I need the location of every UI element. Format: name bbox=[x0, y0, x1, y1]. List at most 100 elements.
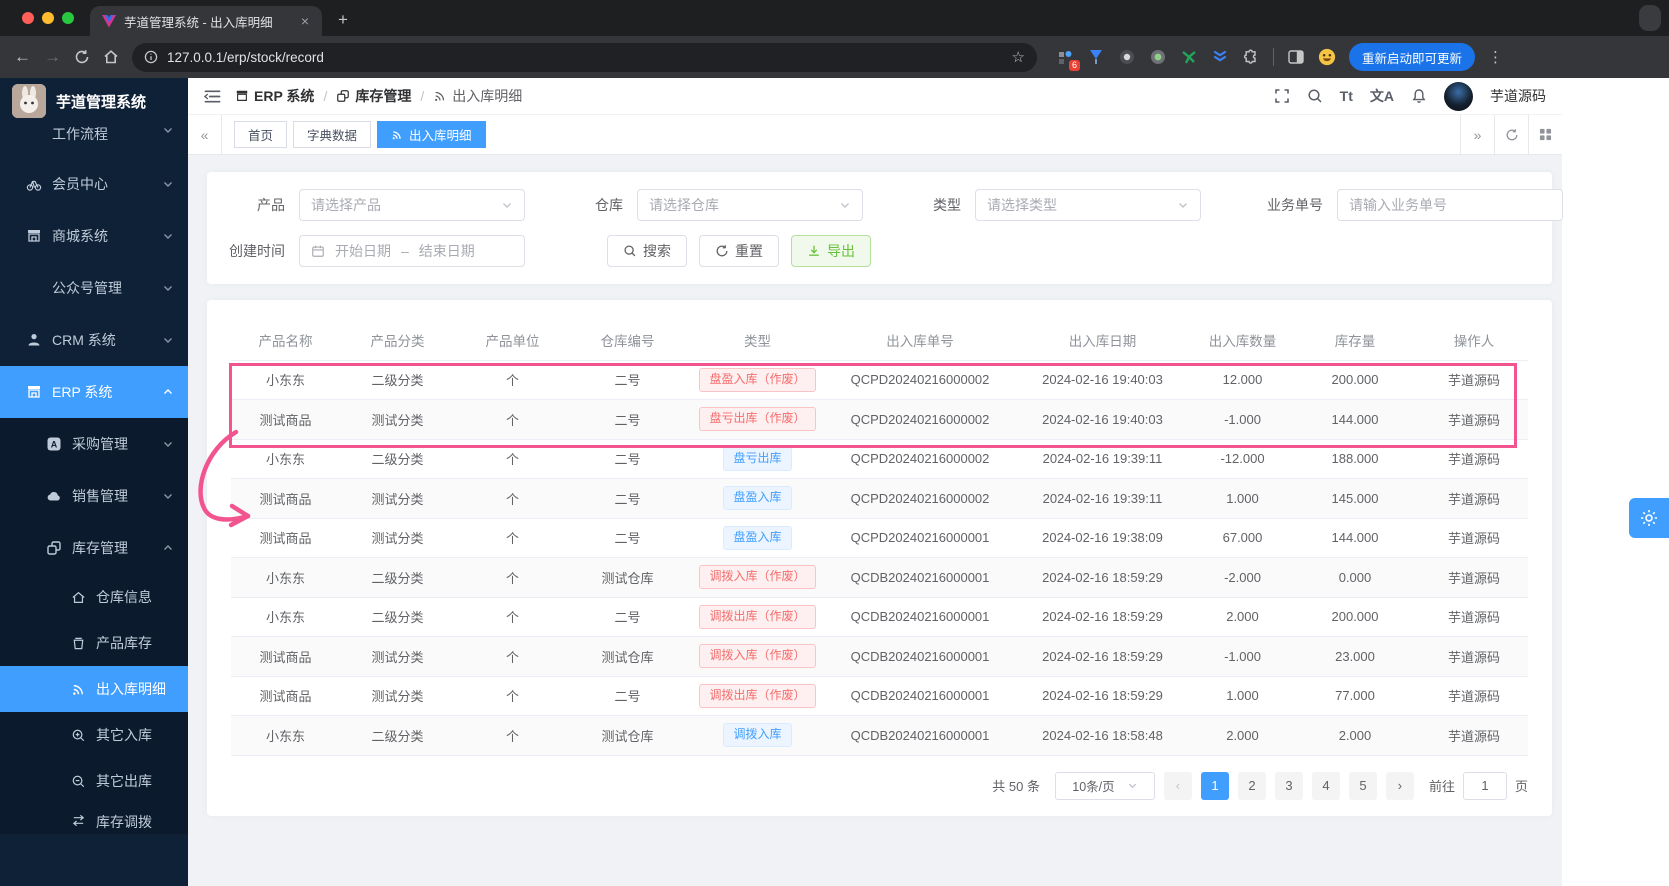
side-panel-icon[interactable] bbox=[1287, 48, 1305, 66]
sidebar-item-mall-system[interactable]: 商城系统 bbox=[0, 210, 188, 262]
download-icon bbox=[809, 245, 819, 256]
tag-stock-record[interactable]: 出入库明细 bbox=[377, 121, 486, 148]
col-qty: 出入库数量 bbox=[1195, 320, 1290, 361]
cell-warehouse: 二号 bbox=[570, 399, 685, 440]
page-button-2[interactable]: 2 bbox=[1237, 771, 1266, 800]
cell-qty: -2.000 bbox=[1195, 557, 1290, 598]
tags-scroll-right-icon[interactable]: » bbox=[1460, 115, 1494, 154]
warehouse-label: 仓库 bbox=[595, 197, 623, 213]
search-button[interactable]: 搜索 bbox=[607, 235, 687, 267]
tags-bar: « 首页 字典数据 出入库明细 » bbox=[188, 115, 1562, 155]
tag-dict-data[interactable]: 字典数据 bbox=[293, 121, 372, 148]
sidebar-item-stock-mgmt[interactable]: 库存管理 bbox=[0, 522, 188, 574]
type-badge: 调拨入库 bbox=[723, 723, 792, 748]
tags-scroll-left-icon[interactable]: « bbox=[188, 115, 222, 154]
sidebar-item-other-out[interactable]: 其它出库 bbox=[0, 758, 188, 804]
tags-layout-grid-icon[interactable] bbox=[1528, 115, 1562, 154]
extensions-puzzle-icon[interactable] bbox=[1242, 48, 1260, 66]
type-badge: 调拨出库（作废） bbox=[699, 683, 816, 708]
toolbar-divider bbox=[1273, 48, 1274, 66]
sidebar-item-purchase-mgmt[interactable]: A 采购管理 bbox=[0, 418, 188, 470]
type-select[interactable]: 请选择类型 bbox=[975, 189, 1201, 221]
col-stock: 库存量 bbox=[1290, 320, 1420, 361]
url-bar[interactable]: 127.0.0.1/erp/stock/record ☆ bbox=[132, 42, 1037, 72]
sidebar-item-stock-record[interactable]: 出入库明细 bbox=[0, 666, 188, 712]
prev-page-button[interactable]: ‹ bbox=[1163, 771, 1192, 800]
minimize-window-button[interactable] bbox=[42, 12, 54, 24]
extension-icon-gray-green-dot[interactable] bbox=[1149, 48, 1167, 66]
browser-menu-icon[interactable]: ⋮ bbox=[1488, 48, 1503, 66]
page-button-4[interactable]: 4 bbox=[1311, 771, 1340, 800]
sidebar-item-stock-move[interactable]: 库存调拨 bbox=[0, 804, 188, 834]
breadcrumb-erp[interactable]: ERP 系统 bbox=[235, 86, 314, 106]
tags-refresh-icon[interactable] bbox=[1494, 115, 1528, 154]
sidebar-item-official-account[interactable]: 公众号管理 bbox=[0, 262, 188, 314]
forward-icon[interactable]: → bbox=[44, 47, 61, 67]
collapse-sidebar-icon[interactable] bbox=[204, 89, 221, 104]
cell-category: 测试分类 bbox=[340, 399, 455, 440]
close-window-button[interactable] bbox=[22, 12, 34, 24]
sidebar-item-crm-system[interactable]: CRM 系统 bbox=[0, 314, 188, 366]
sidebar-item-product-stock[interactable]: 产品库存 bbox=[0, 620, 188, 666]
type-badge: 调拨入库（作废） bbox=[699, 644, 816, 669]
extension-icon-gray-flower[interactable] bbox=[1118, 48, 1136, 66]
maximize-window-button[interactable] bbox=[62, 12, 74, 24]
font-size-icon[interactable]: Tt bbox=[1340, 88, 1353, 104]
next-page-button[interactable]: › bbox=[1385, 771, 1414, 800]
sidebar-item-warehouse-info[interactable]: 仓库信息 bbox=[0, 574, 188, 620]
search-icon[interactable] bbox=[1307, 88, 1323, 104]
sidebar-item-other-in[interactable]: 其它入库 bbox=[0, 712, 188, 758]
bizno-input[interactable] bbox=[1349, 197, 1551, 213]
site-info-icon[interactable] bbox=[144, 50, 158, 64]
page-size-select[interactable]: 10条/页 bbox=[1054, 771, 1155, 800]
sidebar-logo[interactable]: 芋道管理系统 bbox=[0, 78, 188, 124]
new-tab-button[interactable]: + bbox=[338, 10, 348, 30]
locale-icon[interactable]: 文A bbox=[1370, 86, 1394, 106]
bizno-input-wrap[interactable] bbox=[1337, 189, 1563, 221]
breadcrumb-stock-mgmt[interactable]: 库存管理 bbox=[336, 86, 411, 106]
date-range-picker[interactable]: 开始日期 – 结束日期 bbox=[299, 235, 525, 267]
cell-category: 测试分类 bbox=[340, 478, 455, 519]
goto-page-input[interactable] bbox=[1462, 771, 1507, 800]
table-row: 小东东 二级分类个测试仓库 调拨入库 QCDB20240216000001 2024-0… bbox=[231, 715, 1528, 756]
filter-buttons: 搜索 重置 导出 bbox=[607, 235, 883, 267]
profile-avatar-emoji[interactable] bbox=[1318, 48, 1336, 66]
cell-type: 调拨入库（作废） bbox=[685, 636, 830, 677]
settings-drawer-button[interactable] bbox=[1629, 498, 1669, 538]
extension-icon-blue-chevrons[interactable] bbox=[1211, 48, 1229, 66]
product-select[interactable]: 请选择产品 bbox=[299, 189, 525, 221]
page-button-1[interactable]: 1 bbox=[1200, 771, 1229, 800]
cell-qty: -1.000 bbox=[1195, 399, 1290, 440]
chrome-update-button[interactable]: 重新启动即可更新 bbox=[1349, 43, 1476, 71]
username[interactable]: 芋道源码 bbox=[1490, 86, 1546, 106]
extension-icon-kite[interactable] bbox=[1087, 48, 1105, 66]
user-avatar[interactable] bbox=[1444, 81, 1473, 111]
stacked-squares-icon bbox=[46, 540, 62, 556]
cell-category: 二级分类 bbox=[340, 597, 455, 637]
stacked-squares-icon bbox=[337, 90, 350, 102]
sidebar-item-workflow[interactable]: 工作流程 bbox=[0, 124, 188, 158]
home-icon[interactable] bbox=[103, 49, 119, 65]
warehouse-select[interactable]: 请选择仓库 bbox=[637, 189, 863, 221]
sidebar-item-erp-system[interactable]: ERP 系统 bbox=[0, 366, 188, 418]
extension-icon-green-star[interactable] bbox=[1180, 48, 1198, 66]
page-button-3[interactable]: 3 bbox=[1274, 771, 1303, 800]
bookmark-star-icon[interactable]: ☆ bbox=[1012, 48, 1025, 66]
reset-button[interactable]: 重置 bbox=[699, 235, 779, 267]
chevron-down-icon bbox=[162, 438, 174, 450]
tag-home[interactable]: 首页 bbox=[234, 121, 288, 148]
extension-icon-badged[interactable]: 6 bbox=[1056, 48, 1080, 71]
page-button-5[interactable]: 5 bbox=[1348, 771, 1377, 800]
tab-close-icon[interactable]: × bbox=[296, 12, 314, 30]
sidebar-item-sales-mgmt[interactable]: 销售管理 bbox=[0, 470, 188, 522]
cell-product: 测试商品 bbox=[231, 399, 340, 440]
cell-record-no: QCPD20240216000002 bbox=[830, 478, 1010, 519]
sidebar-item-member-center[interactable]: 会员中心 bbox=[0, 158, 188, 210]
bell-icon[interactable] bbox=[1411, 88, 1427, 104]
reload-icon[interactable] bbox=[74, 49, 90, 65]
page-right-gutter bbox=[1562, 78, 1669, 886]
export-button[interactable]: 导出 bbox=[791, 235, 871, 267]
fullscreen-icon[interactable] bbox=[1274, 88, 1290, 104]
browser-tab[interactable]: 芋道管理系统 - 出入库明细 × bbox=[90, 6, 322, 36]
back-icon[interactable]: ← bbox=[14, 47, 31, 67]
